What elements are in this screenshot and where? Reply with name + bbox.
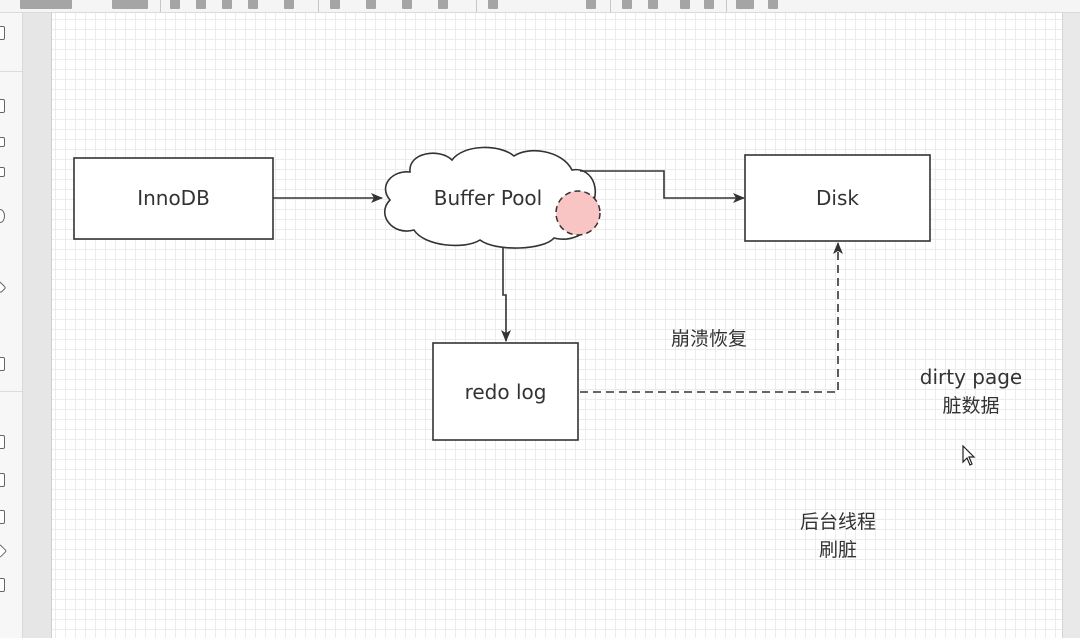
dirty-page-annotation-en[interactable]: dirty page — [920, 365, 1022, 389]
diagram-svg: InnoDB Buffer Pool Disk redo log 崩溃恢复 di… — [73, 146, 1022, 561]
redo-log-node[interactable]: redo log — [432, 342, 579, 441]
mouse-cursor-icon — [962, 445, 976, 466]
buffer-pool-label: Buffer Pool — [434, 186, 542, 210]
crash-recovery-annotation[interactable]: 崩溃恢复 — [671, 328, 747, 350]
edge-buffer-pool-to-disk[interactable] — [580, 170, 745, 203]
background-thread-annotation[interactable]: 后台线程 — [800, 511, 876, 533]
edge-buffer-pool-to-redo-log[interactable] — [501, 247, 511, 342]
edge-redo-log-to-disk[interactable] — [580, 242, 843, 393]
dirty-page-annotation-zh[interactable]: 脏数据 — [942, 395, 999, 417]
innodb-label: InnoDB — [137, 186, 210, 210]
flush-dirty-annotation[interactable]: 刷脏 — [819, 539, 857, 561]
dirty-page-marker[interactable] — [555, 190, 601, 236]
disk-node[interactable]: Disk — [744, 154, 931, 242]
disk-label: Disk — [816, 186, 859, 210]
innodb-node[interactable]: InnoDB — [73, 157, 274, 240]
redo-log-label: redo log — [465, 380, 547, 404]
